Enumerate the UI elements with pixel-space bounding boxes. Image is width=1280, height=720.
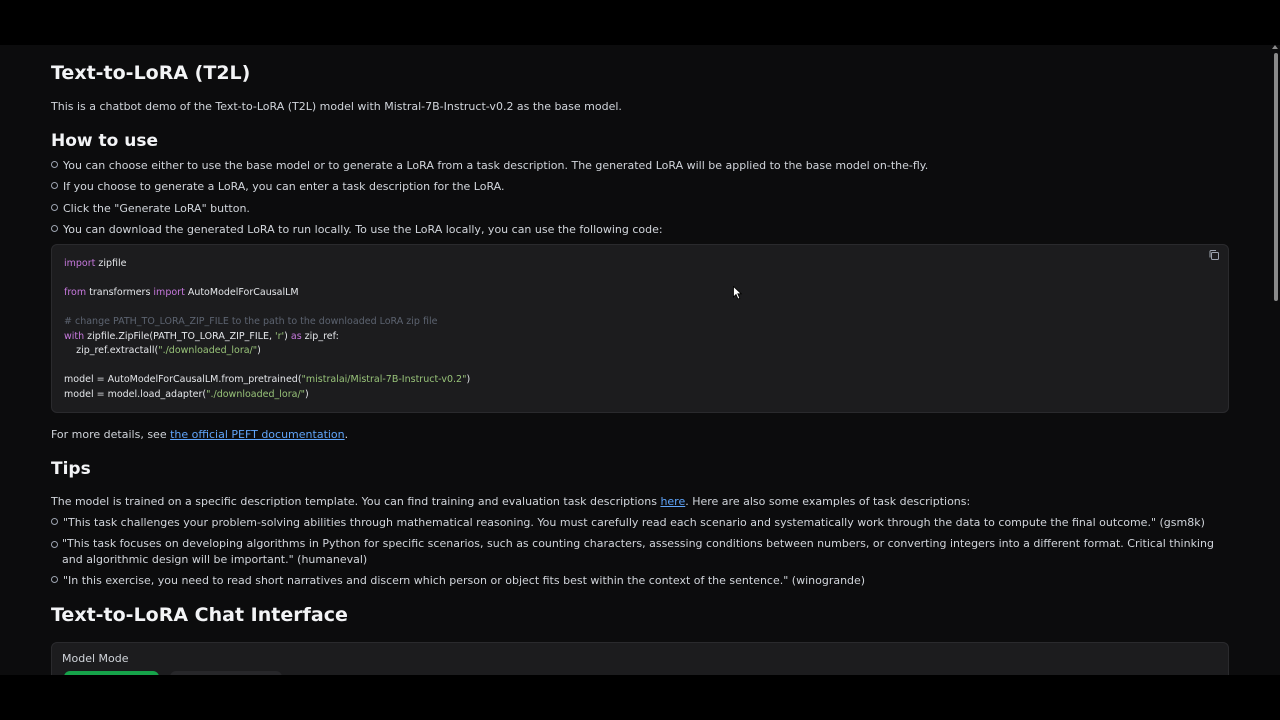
tips-heading: Tips xyxy=(51,459,91,479)
page-title: Text-to-LoRA (T2L) xyxy=(51,62,251,84)
model-mode-label: Model Mode xyxy=(62,652,129,665)
list-item: You can download the generated LoRA to r… xyxy=(51,223,663,236)
tips-intro: The model is trained on a specific descr… xyxy=(51,495,971,508)
model-mode-option-selected[interactable] xyxy=(64,671,159,675)
copy-icon[interactable] xyxy=(1208,249,1220,261)
list-item: If you choose to generate a LoRA, you ca… xyxy=(51,180,505,193)
bullet-icon xyxy=(51,225,58,232)
bullet-icon xyxy=(51,541,58,548)
bullet-icon xyxy=(51,182,58,189)
model-mode-panel: Model Mode xyxy=(51,642,1229,675)
details-text: For more details, see the official PEFT … xyxy=(51,428,349,441)
bullet-icon xyxy=(51,204,58,211)
descriptions-link[interactable]: here xyxy=(660,495,685,508)
list-item: "This task focuses on developing algorit… xyxy=(51,536,1232,568)
bullet-icon xyxy=(51,161,58,168)
intro-text: This is a chatbot demo of the Text-to-Lo… xyxy=(51,100,622,113)
list-item: Click the "Generate LoRA" button. xyxy=(51,202,250,215)
list-item: You can choose either to use the base mo… xyxy=(51,159,928,172)
code-text: import zipfile from transformers import … xyxy=(64,258,471,400)
list-item: "In this exercise, you need to read shor… xyxy=(51,574,865,587)
list-item: "This task challenges your problem-solvi… xyxy=(51,516,1205,529)
scroll-up-icon[interactable] xyxy=(1272,45,1278,49)
bullet-icon xyxy=(51,518,58,525)
app-viewport: Text-to-LoRA (T2L) This is a chatbot dem… xyxy=(0,45,1280,675)
code-block[interactable]: import zipfile from transformers import … xyxy=(51,244,1229,413)
scrollbar[interactable] xyxy=(1274,53,1278,301)
mouse-cursor-icon xyxy=(733,286,743,300)
peft-docs-link[interactable]: the official PEFT documentation xyxy=(170,428,345,441)
model-mode-option[interactable] xyxy=(170,671,282,675)
how-to-use-heading: How to use xyxy=(51,131,159,151)
chat-interface-heading: Text-to-LoRA Chat Interface xyxy=(51,604,348,626)
bullet-icon xyxy=(51,576,58,583)
